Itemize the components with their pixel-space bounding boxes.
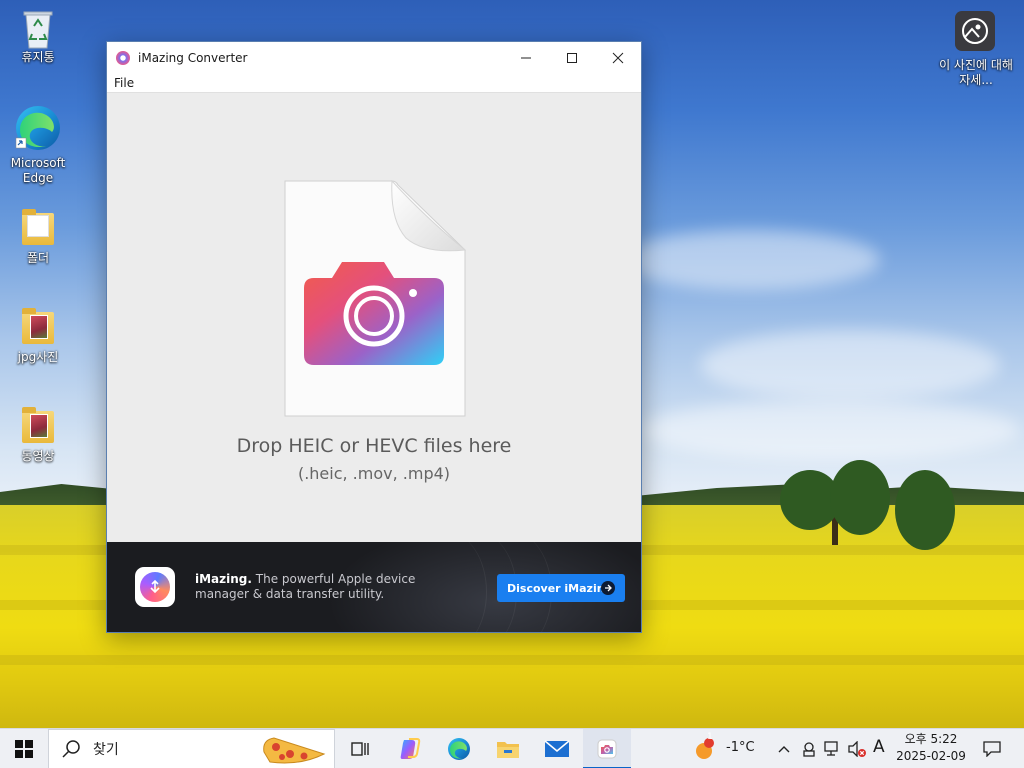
network-icon (824, 741, 838, 756)
desktop-icon-label: jpg사진 (17, 350, 59, 364)
desktop-icon-jpg-folder[interactable]: jpg사진 (6, 306, 70, 365)
minimize-icon (521, 57, 531, 58)
menu-file[interactable]: File (107, 76, 141, 90)
search-icon (62, 740, 80, 758)
edge-icon (14, 104, 62, 152)
desktop-icon-label: 휴지통 (21, 50, 55, 64)
desktop-icon-label: 동영상 (21, 449, 55, 463)
wallpaper-tree (830, 460, 890, 535)
desktop-icon-label: 폴더 (26, 251, 50, 265)
imazing-logo-icon (135, 567, 175, 607)
arrow-right-icon (601, 581, 615, 595)
desktop-icon-video-folder[interactable]: 동영상 (6, 405, 70, 464)
weather-temperature: -1°C (726, 740, 755, 755)
file-explorer-button[interactable] (484, 729, 532, 768)
file-explorer-icon (497, 742, 519, 758)
weather-widget[interactable] (684, 729, 724, 768)
mail-button[interactable] (533, 729, 581, 768)
imazing-converter-window: iMazing Converter File Drop HEIC or HEVC… (106, 41, 642, 633)
chevron-up-icon (778, 746, 790, 753)
show-hidden-icons-button[interactable] (772, 729, 796, 768)
edge-icon (448, 738, 470, 760)
about-photo-icon[interactable] (955, 11, 995, 51)
clock-date: 2025-02-09 (896, 749, 966, 763)
taskbar-search[interactable]: 찾기 (48, 729, 335, 768)
start-button[interactable] (0, 729, 48, 768)
maximize-icon (567, 52, 577, 63)
drop-zone[interactable]: Drop HEIC or HEVC files here (.heic, .mo… (107, 93, 641, 543)
folder-icon (18, 207, 58, 247)
wallpaper-cloud (620, 230, 880, 290)
ime-indicator[interactable]: A (873, 737, 885, 757)
recycle-bin-icon (18, 6, 58, 49)
supported-extensions: (.heic, .mov, .mp4) (297, 464, 451, 483)
desktop-icon-edge[interactable]: Microsoft Edge (6, 104, 70, 186)
copilot-icon (400, 738, 421, 759)
taskbar-imazing-converter-button[interactable] (583, 729, 631, 768)
maximize-button[interactable] (549, 42, 595, 73)
camera-tray-icon (803, 742, 815, 757)
discover-imazing-button[interactable]: Discover iMazing (497, 574, 625, 602)
windows-logo-icon (15, 740, 33, 758)
wallpaper-tree (895, 470, 955, 550)
desktop-icon-label: Microsoft Edge (10, 156, 66, 185)
discover-button-label: Discover iMazing (507, 581, 613, 595)
volume-muted-icon (848, 741, 866, 757)
wallpaper-cloud (700, 330, 1000, 400)
notification-icon (983, 741, 1001, 757)
imazing-converter-icon (597, 739, 617, 759)
title-bar[interactable]: iMazing Converter (107, 42, 641, 73)
tray-meet-button[interactable] (797, 729, 821, 768)
app-logo-icon (116, 50, 130, 65)
wallpaper-cloud (640, 400, 1020, 460)
network-button[interactable] (821, 729, 845, 768)
promo-banner: iMazing. The powerful Apple device manag… (107, 542, 641, 632)
desktop-icon-folder[interactable]: 폴더 (6, 207, 70, 266)
drop-instruction: Drop HEIC or HEVC files here (236, 435, 512, 457)
clock-time: 오후 5:22 (904, 732, 958, 746)
minimize-button[interactable] (503, 42, 549, 73)
taskbar: 찾기 1 -1°C A 오후 5:22 2025-02-09 (0, 728, 1024, 768)
taskbar-edge-button[interactable] (435, 729, 483, 768)
window-title: iMazing Converter (138, 50, 248, 65)
close-icon (612, 52, 624, 63)
volume-button[interactable] (845, 729, 869, 768)
weather-badge: 1 (707, 732, 713, 742)
about-photo-label: 이 사진에 대해 자세... (939, 58, 1013, 87)
video-folder-icon (18, 405, 58, 445)
banner-brand: iMazing. (195, 572, 252, 586)
window-controls (503, 42, 641, 73)
file-document-icon (284, 179, 467, 418)
pizza-search-highlight-icon (263, 737, 326, 764)
notifications-button[interactable] (976, 729, 1008, 768)
photo-folder-icon (18, 306, 58, 346)
banner-text: iMazing. The powerful Apple device manag… (195, 572, 445, 602)
desktop-icon-recycle-bin[interactable]: 휴지통 (6, 6, 70, 65)
close-button[interactable] (595, 42, 641, 73)
mail-icon (544, 740, 570, 757)
clock[interactable]: 오후 5:22 2025-02-09 (893, 731, 969, 765)
task-view-button[interactable] (336, 729, 384, 768)
task-view-icon (351, 742, 369, 756)
copilot-button[interactable] (386, 729, 434, 768)
search-placeholder: 찾기 (93, 742, 119, 758)
menu-bar: File (107, 73, 641, 93)
